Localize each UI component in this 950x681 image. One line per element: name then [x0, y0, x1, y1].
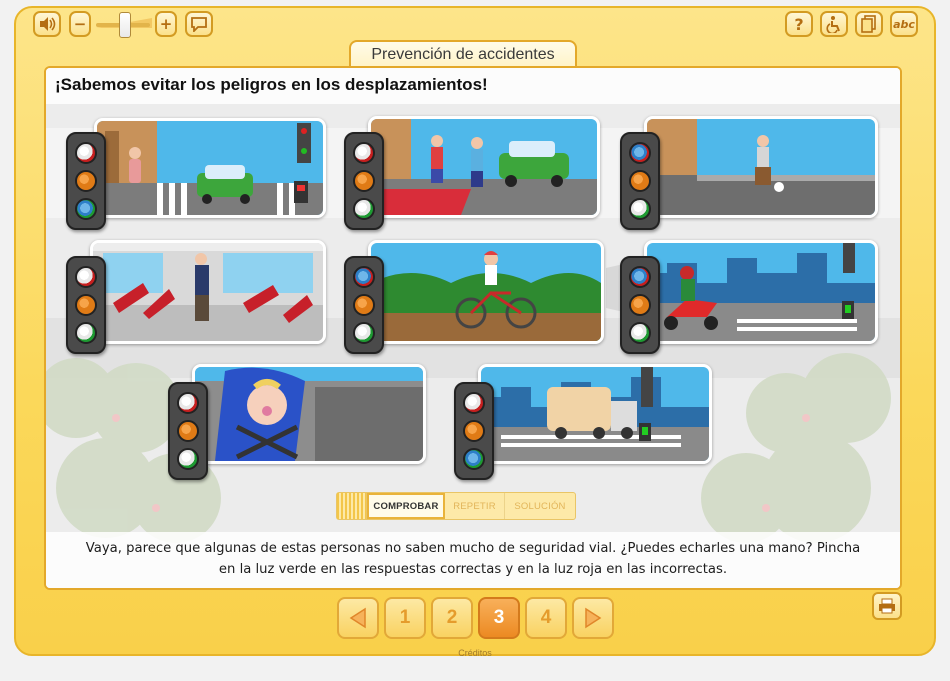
- scene-image-cyclist: [368, 240, 604, 344]
- scene-image-kids-running: [368, 116, 600, 218]
- green-light-7[interactable]: [177, 448, 199, 470]
- page-button-3[interactable]: 3: [478, 597, 520, 639]
- red-light-5[interactable]: [353, 266, 375, 288]
- green-light-2[interactable]: [353, 198, 375, 220]
- prev-page-button[interactable]: [337, 597, 379, 639]
- scene-image-boy-ball: [644, 116, 878, 218]
- amber-light-7: [177, 420, 199, 442]
- traffic-light-3: [620, 132, 660, 230]
- page-button-1[interactable]: 1: [384, 597, 426, 639]
- red-light-2[interactable]: [353, 142, 375, 164]
- solution-button[interactable]: SOLUCIÓN: [505, 493, 575, 519]
- credits-link[interactable]: Créditos: [0, 648, 950, 658]
- green-light-4[interactable]: [75, 322, 97, 344]
- scene-image-elderly-crossing: [94, 118, 326, 218]
- amber-light-3: [629, 170, 651, 192]
- scene-image-bus-interior: [90, 240, 326, 344]
- red-light-7[interactable]: [177, 392, 199, 414]
- repeat-button[interactable]: REPETIR: [445, 493, 505, 519]
- scene-image-truck-crossing: [478, 364, 712, 464]
- speech-bubble-icon[interactable]: [185, 11, 213, 37]
- help-icon[interactable]: ?: [785, 11, 813, 37]
- speaker-icon[interactable]: [33, 11, 61, 37]
- traffic-light-2: [344, 132, 384, 230]
- red-light-3[interactable]: [629, 142, 651, 164]
- activity-panel: ¡Sabemos evitar los peligros en los desp…: [44, 66, 902, 590]
- spelling-icon[interactable]: abc: [890, 11, 918, 37]
- amber-light-4: [75, 294, 97, 316]
- green-light-1[interactable]: [75, 198, 97, 220]
- red-light-4[interactable]: [75, 266, 97, 288]
- red-light-8[interactable]: [463, 392, 485, 414]
- check-button[interactable]: COMPROBAR: [367, 493, 445, 519]
- amber-light-8: [463, 420, 485, 442]
- traffic-light-4: [66, 256, 106, 354]
- volume-slider-knob[interactable]: [119, 12, 131, 38]
- amber-light-2: [353, 170, 375, 192]
- instructions-line-1: Vaya, parece que algunas de estas person…: [85, 541, 861, 556]
- red-light-6[interactable]: [629, 266, 651, 288]
- activity-title-tab: Prevención de accidentes: [349, 40, 577, 68]
- arrow-right-icon: [585, 607, 602, 629]
- traffic-light-1: [66, 132, 106, 230]
- controls-grip[interactable]: [337, 493, 367, 519]
- traffic-light-8: [454, 382, 494, 480]
- traffic-light-7: [168, 382, 208, 480]
- page-title: ¡Sabemos evitar los peligros en los desp…: [55, 75, 488, 94]
- red-light-1[interactable]: [75, 142, 97, 164]
- traffic-light-5: [344, 256, 384, 354]
- amber-light-6: [629, 294, 651, 316]
- scene-image-baby-car-seat: [192, 364, 426, 464]
- page-button-4[interactable]: 4: [525, 597, 567, 639]
- volume-up-button[interactable]: +: [155, 11, 177, 37]
- green-light-8[interactable]: [463, 448, 485, 470]
- amber-light-5: [353, 294, 375, 316]
- green-light-6[interactable]: [629, 322, 651, 344]
- instructions-text: Vaya, parece que algunas de estas person…: [46, 532, 900, 588]
- printer-icon: [879, 598, 895, 614]
- volume-down-button[interactable]: −: [69, 11, 91, 37]
- pages-icon[interactable]: [855, 11, 883, 37]
- page-button-2[interactable]: 2: [431, 597, 473, 639]
- green-light-5[interactable]: [353, 322, 375, 344]
- instructions-line-2: en la luz verde en las respuestas correc…: [218, 562, 728, 577]
- accessibility-icon[interactable]: [820, 11, 848, 37]
- exercise-controls: COMPROBAR REPETIR SOLUCIÓN: [336, 492, 576, 520]
- traffic-light-6: [620, 256, 660, 354]
- amber-light-1: [75, 170, 97, 192]
- print-button[interactable]: [872, 592, 902, 620]
- arrow-left-icon: [349, 607, 366, 629]
- next-page-button[interactable]: [572, 597, 614, 639]
- green-light-3[interactable]: [629, 198, 651, 220]
- scene-image-motorcyclist: [644, 240, 878, 344]
